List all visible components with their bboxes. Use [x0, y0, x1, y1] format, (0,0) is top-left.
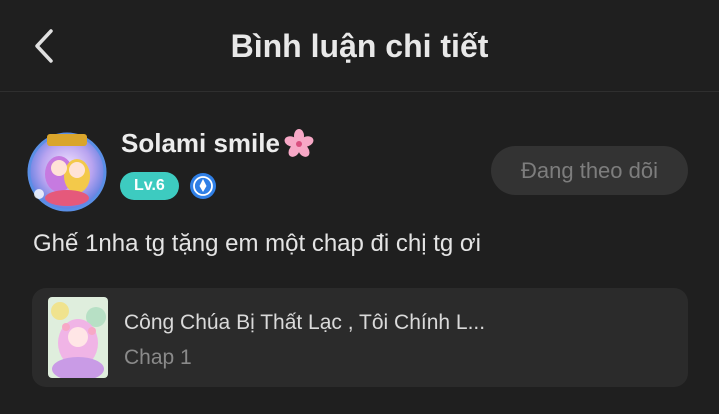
header-bar: Bình luận chi tiết [0, 0, 719, 92]
story-chapter: Chap 1 [124, 346, 192, 369]
page-title: Bình luận chi tiết [230, 28, 489, 64]
user-badges: Lv.6 [120, 172, 217, 200]
following-button[interactable]: Đang theo dõi [491, 146, 688, 195]
avatar[interactable] [25, 128, 109, 212]
story-thumbnail [48, 297, 108, 378]
story-card[interactable]: Công Chúa Bị Thất Lạc , Tôi Chính L... C… [32, 288, 688, 387]
level-badge: Lv.6 [120, 172, 179, 200]
comment-text: Ghế 1nha tg tặng em một chap đi chị tg ơ… [33, 230, 481, 257]
blue-badge-icon [189, 173, 216, 199]
username[interactable]: Solami smile [121, 128, 280, 159]
sakura-emoji-icon [284, 128, 314, 157]
username-row: Solami smile [121, 128, 314, 159]
story-title: Công Chúa Bị Thất Lạc , Tôi Chính L... [124, 311, 486, 334]
